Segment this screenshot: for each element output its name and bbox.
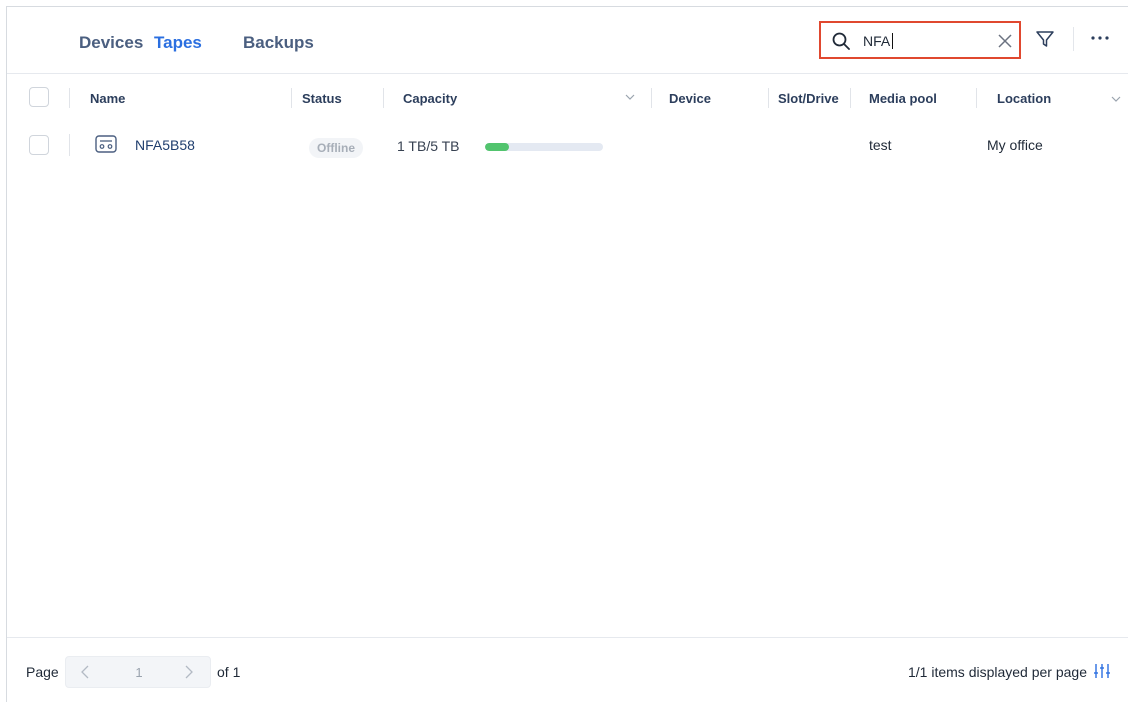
top-bar: Devices Tapes Backups bbox=[7, 7, 1128, 74]
more-icon[interactable] bbox=[1089, 31, 1111, 45]
chevron-right-icon[interactable] bbox=[182, 665, 194, 679]
search-box[interactable] bbox=[819, 21, 1021, 59]
column-divider bbox=[850, 88, 851, 108]
page-total-label: of 1 bbox=[217, 664, 241, 680]
pagination-footer: Page 1 of 1 1/1 items displayed per page bbox=[7, 637, 1128, 704]
chevron-down-icon[interactable] bbox=[625, 93, 635, 101]
column-divider bbox=[69, 88, 70, 108]
chevron-down-icon[interactable] bbox=[1111, 95, 1121, 103]
table-header: Name Status Capacity Device Slot/Drive M… bbox=[7, 73, 1128, 121]
column-divider bbox=[976, 88, 977, 108]
select-all-checkbox[interactable] bbox=[29, 87, 49, 107]
row-checkbox[interactable] bbox=[29, 135, 49, 155]
column-header-device[interactable]: Device bbox=[669, 91, 711, 106]
page-label: Page bbox=[26, 664, 59, 680]
items-per-page-label: 1/1 items displayed per page bbox=[908, 664, 1087, 680]
column-header-slot-drive[interactable]: Slot/Drive bbox=[778, 91, 839, 106]
search-input[interactable] bbox=[863, 31, 989, 51]
column-header-status[interactable]: Status bbox=[302, 91, 342, 106]
column-header-name[interactable]: Name bbox=[90, 91, 125, 106]
media-pool-cell: test bbox=[869, 137, 892, 153]
column-divider bbox=[383, 88, 384, 108]
capacity-progress-bar bbox=[485, 143, 603, 151]
column-divider bbox=[651, 88, 652, 108]
column-header-capacity[interactable]: Capacity bbox=[403, 91, 457, 106]
capacity-text: 1 TB/5 TB bbox=[397, 138, 460, 154]
column-settings-icon[interactable] bbox=[1093, 662, 1111, 680]
tape-name[interactable]: NFA5B58 bbox=[135, 137, 195, 153]
location-cell: My office bbox=[987, 137, 1043, 153]
search-icon bbox=[832, 32, 850, 50]
column-divider bbox=[69, 134, 70, 156]
toolbar-divider bbox=[1073, 27, 1074, 51]
column-header-media-pool[interactable]: Media pool bbox=[869, 91, 937, 106]
filter-icon[interactable] bbox=[1035, 29, 1055, 49]
tape-icon bbox=[95, 135, 117, 153]
text-cursor bbox=[892, 33, 893, 49]
capacity-progress-fill bbox=[485, 143, 509, 151]
table-row[interactable]: NFA5B58 Offline 1 TB/5 TB test My office bbox=[7, 127, 1128, 167]
status-badge: Offline bbox=[309, 138, 363, 158]
clear-search-icon[interactable] bbox=[997, 33, 1013, 49]
column-divider bbox=[768, 88, 769, 108]
tab-devices[interactable]: Devices bbox=[79, 33, 143, 53]
pager: 1 bbox=[65, 656, 211, 688]
tab-tapes[interactable]: Tapes bbox=[154, 33, 202, 53]
column-header-location[interactable]: Location bbox=[997, 91, 1051, 106]
column-divider bbox=[291, 88, 292, 108]
tab-backups[interactable]: Backups bbox=[243, 33, 314, 53]
tapes-panel: Devices Tapes Backups Nam bbox=[6, 6, 1128, 702]
